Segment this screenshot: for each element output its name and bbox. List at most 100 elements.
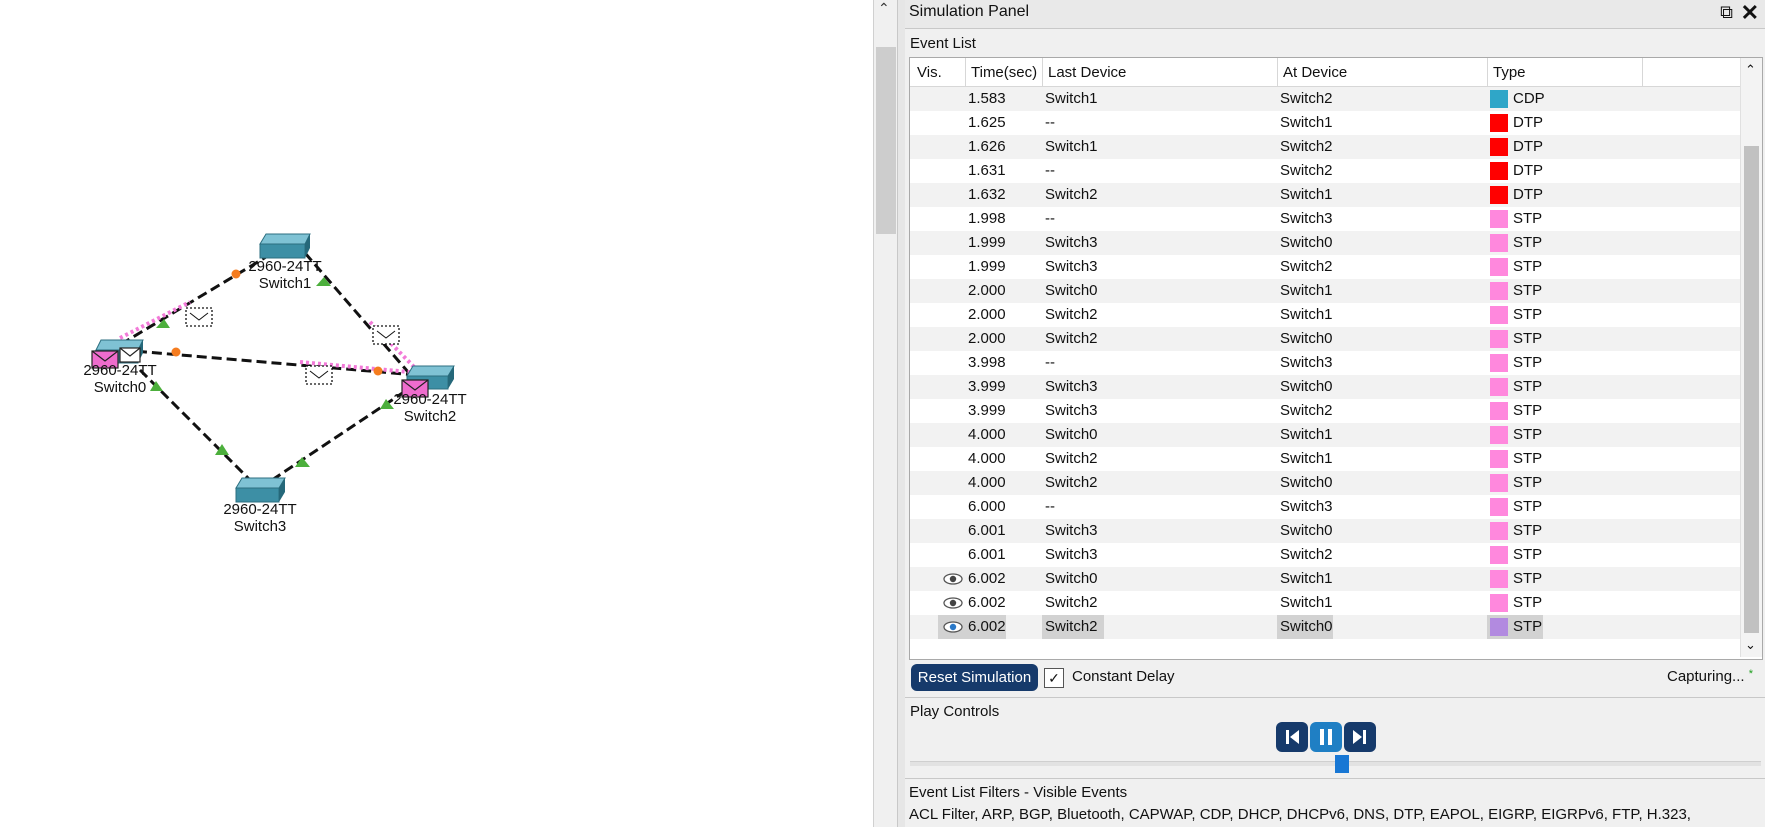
event-last-device: Switch3 [1045,402,1098,419]
event-type: CDP [1513,90,1545,107]
table-row[interactable]: 1.631 -- Switch2 DTP [910,159,1740,183]
close-icon[interactable]: ✕ [1741,0,1759,26]
col-type[interactable]: Type [1493,64,1526,81]
table-row[interactable]: 1.583 Switch1 Switch2 CDP [910,87,1740,111]
table-row[interactable]: 4.000 Switch0 Switch1 STP [910,423,1740,447]
event-type-color [1490,594,1508,612]
event-last-device: -- [1045,114,1055,131]
pause-button[interactable] [1310,722,1342,752]
table-row[interactable]: 6.002 Switch0 Switch1 STP [910,567,1740,591]
table-row[interactable]: 1.625 -- Switch1 DTP [910,111,1740,135]
table-row[interactable]: 6.001 Switch3 Switch0 STP [910,519,1740,543]
event-type: DTP [1513,138,1543,155]
table-row[interactable]: 3.999 Switch3 Switch0 STP [910,375,1740,399]
scroll-up-icon[interactable]: ⌃ [878,0,890,17]
event-at-device: Switch3 [1280,498,1333,515]
event-last-device: Switch2 [1045,306,1098,323]
event-type: STP [1513,546,1543,563]
eye-icon[interactable] [942,619,964,635]
event-last-device: Switch3 [1045,546,1098,563]
table-row[interactable]: 2.000 Switch0 Switch1 STP [910,279,1740,303]
topology-canvas[interactable]: 2960-24TT Switch1 2960-24TT Switch0 2960-2… [0,0,873,827]
event-type: STP [1513,450,1543,467]
event-last-device: Switch1 [1045,90,1098,107]
col-at-device[interactable]: At Device [1283,64,1347,81]
event-type-color [1490,426,1508,444]
table-row[interactable]: 6.001 Switch3 Switch2 STP [910,543,1740,567]
event-last-device: -- [1045,354,1055,371]
table-row[interactable]: 4.000 Switch2 Switch1 STP [910,447,1740,471]
scroll-down-icon[interactable]: ⌄ [1745,637,1756,653]
event-type: STP [1513,354,1543,371]
event-time: 6.000 [968,498,1006,515]
event-at-device: Switch3 [1280,210,1333,227]
event-at-device: Switch2 [1280,162,1333,179]
event-type-color [1490,186,1508,204]
scroll-up-icon[interactable]: ⌃ [1745,62,1756,78]
switch2-label: 2960-24TT Switch2 [393,391,467,425]
event-time: 6.001 [968,522,1006,539]
forward-button[interactable] [1344,722,1376,752]
event-at-device: Switch2 [1280,402,1333,419]
switch1-icon [259,233,311,259]
event-list-scrollbar[interactable]: ⌃ ⌄ [1740,58,1762,657]
event-last-device: Switch0 [1045,282,1098,299]
event-type-color [1490,234,1508,252]
eye-icon[interactable] [942,571,964,587]
event-list-table: Vis. Time(sec) Last Device At Device Typ… [909,57,1763,660]
event-time: 6.001 [968,546,1006,563]
table-row[interactable]: 3.998 -- Switch3 STP [910,351,1740,375]
col-last-device[interactable]: Last Device [1048,64,1126,81]
event-time: 3.999 [968,402,1006,419]
event-last-device: Switch2 [1045,474,1098,491]
event-type: STP [1513,426,1543,443]
pause-icon [1320,729,1332,745]
event-type: STP [1513,234,1543,251]
event-type-color [1490,258,1508,276]
col-vis[interactable]: Vis. [917,64,942,81]
table-row[interactable]: 2.000 Switch2 Switch1 STP [910,303,1740,327]
event-type-color [1490,618,1508,636]
panel-title: Simulation Panel [909,3,1030,20]
switch0-label: 2960-24TT Switch0 [83,362,157,396]
reset-simulation-button[interactable]: Reset Simulation [911,664,1038,691]
table-row[interactable]: 1.999 Switch3 Switch2 STP [910,255,1740,279]
event-last-device: Switch2 [1045,594,1098,611]
scrollbar-thumb[interactable] [876,47,896,234]
event-at-device: Switch2 [1280,546,1333,563]
event-time: 1.632 [968,186,1006,203]
table-row[interactable]: 6.000 -- Switch3 STP [910,495,1740,519]
event-time: 6.002 [968,618,1006,635]
event-type: STP [1513,498,1543,515]
panel-titlebar: Simulation Panel ⧉ ✕ [905,0,1765,29]
table-row[interactable]: 6.002 Switch2 Switch0 STP [910,615,1740,639]
event-last-device: Switch2 [1045,450,1098,467]
event-time: 4.000 [968,426,1006,443]
table-row[interactable]: 3.999 Switch3 Switch2 STP [910,399,1740,423]
event-type-color [1490,450,1508,468]
constant-delay-checkbox[interactable]: ✓ [1044,668,1064,688]
event-time: 4.000 [968,450,1006,467]
speed-slider-thumb[interactable] [1335,755,1349,773]
simulation-panel: Simulation Panel ⧉ ✕ Event List Vis. Tim… [905,0,1765,827]
event-at-device: Switch0 [1280,234,1333,251]
col-time[interactable]: Time(sec) [971,64,1037,81]
table-row[interactable]: 1.626 Switch1 Switch2 DTP [910,135,1740,159]
restore-icon[interactable]: ⧉ [1720,2,1733,23]
table-row[interactable]: 1.998 -- Switch3 STP [910,207,1740,231]
table-row[interactable]: 2.000 Switch2 Switch0 STP [910,327,1740,351]
event-time: 1.998 [968,210,1006,227]
table-row[interactable]: 1.999 Switch3 Switch0 STP [910,231,1740,255]
scrollbar-thumb[interactable] [1744,146,1759,633]
back-button[interactable] [1276,722,1308,752]
table-row[interactable]: 1.632 Switch2 Switch1 DTP [910,183,1740,207]
back-icon [1286,730,1299,744]
eye-icon[interactable] [942,595,964,611]
table-row[interactable]: 4.000 Switch2 Switch0 STP [910,471,1740,495]
event-type: STP [1513,570,1543,587]
switch1-label: 2960-24TT Switch1 [248,258,322,292]
canvas-scrollbar[interactable]: ⌃ [873,0,898,827]
event-time: 1.999 [968,234,1006,251]
event-type-color [1490,330,1508,348]
table-row[interactable]: 6.002 Switch2 Switch1 STP [910,591,1740,615]
